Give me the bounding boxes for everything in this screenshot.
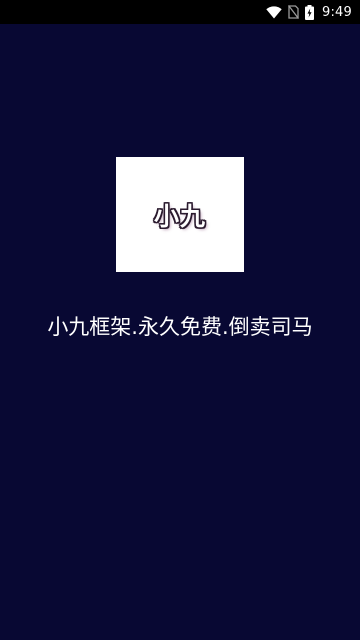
splash-screen: 9:49 小九 小九框架.永久免费.倒卖司马 xyxy=(0,0,360,640)
battery-charging-icon xyxy=(305,4,314,20)
no-sim-icon xyxy=(288,5,299,19)
wifi-icon xyxy=(266,5,282,19)
app-logo: 小九 xyxy=(116,157,244,272)
logo-text: 小九 xyxy=(153,201,206,231)
status-clock: 9:49 xyxy=(322,4,352,20)
status-bar: 9:49 xyxy=(0,0,360,24)
splash-slogan: 小九框架.永久免费.倒卖司马 xyxy=(47,315,313,339)
status-icons: 9:49 xyxy=(266,0,352,24)
